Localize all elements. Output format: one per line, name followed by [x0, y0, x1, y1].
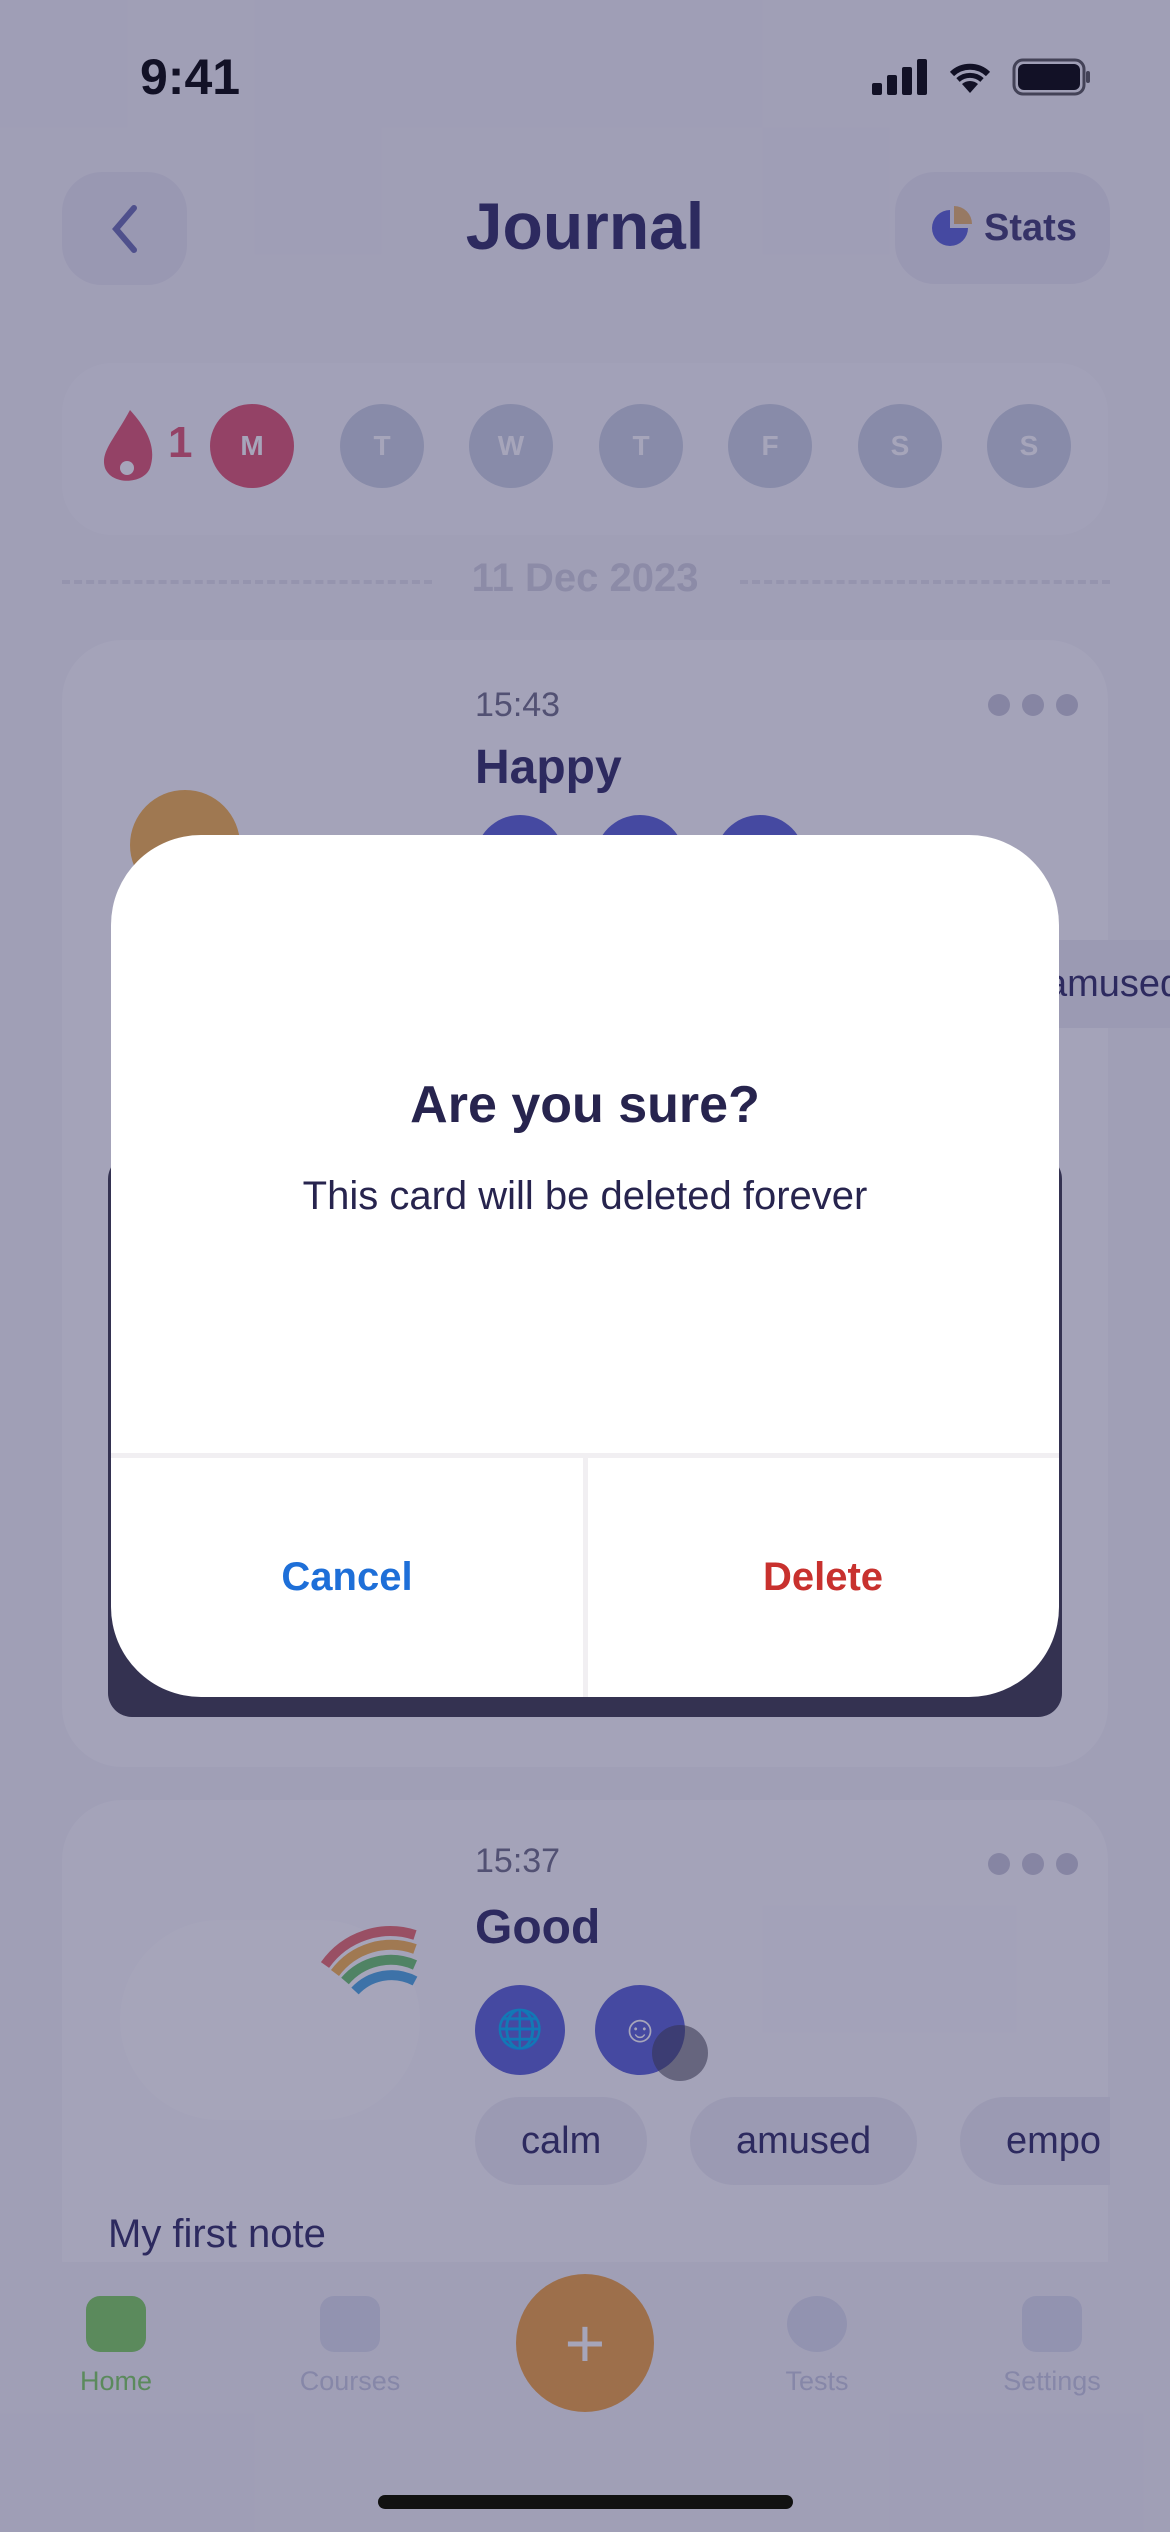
delete-confirm-dialog: Are you sure? This card will be deleted …	[111, 835, 1059, 1697]
dialog-message: This card will be deleted forever	[302, 1174, 868, 1218]
cancel-button[interactable]: Cancel	[111, 1457, 583, 1697]
dialog-title: Are you sure?	[410, 1076, 760, 1134]
home-indicator	[378, 2495, 793, 2509]
delete-button[interactable]: Delete	[587, 1457, 1059, 1697]
